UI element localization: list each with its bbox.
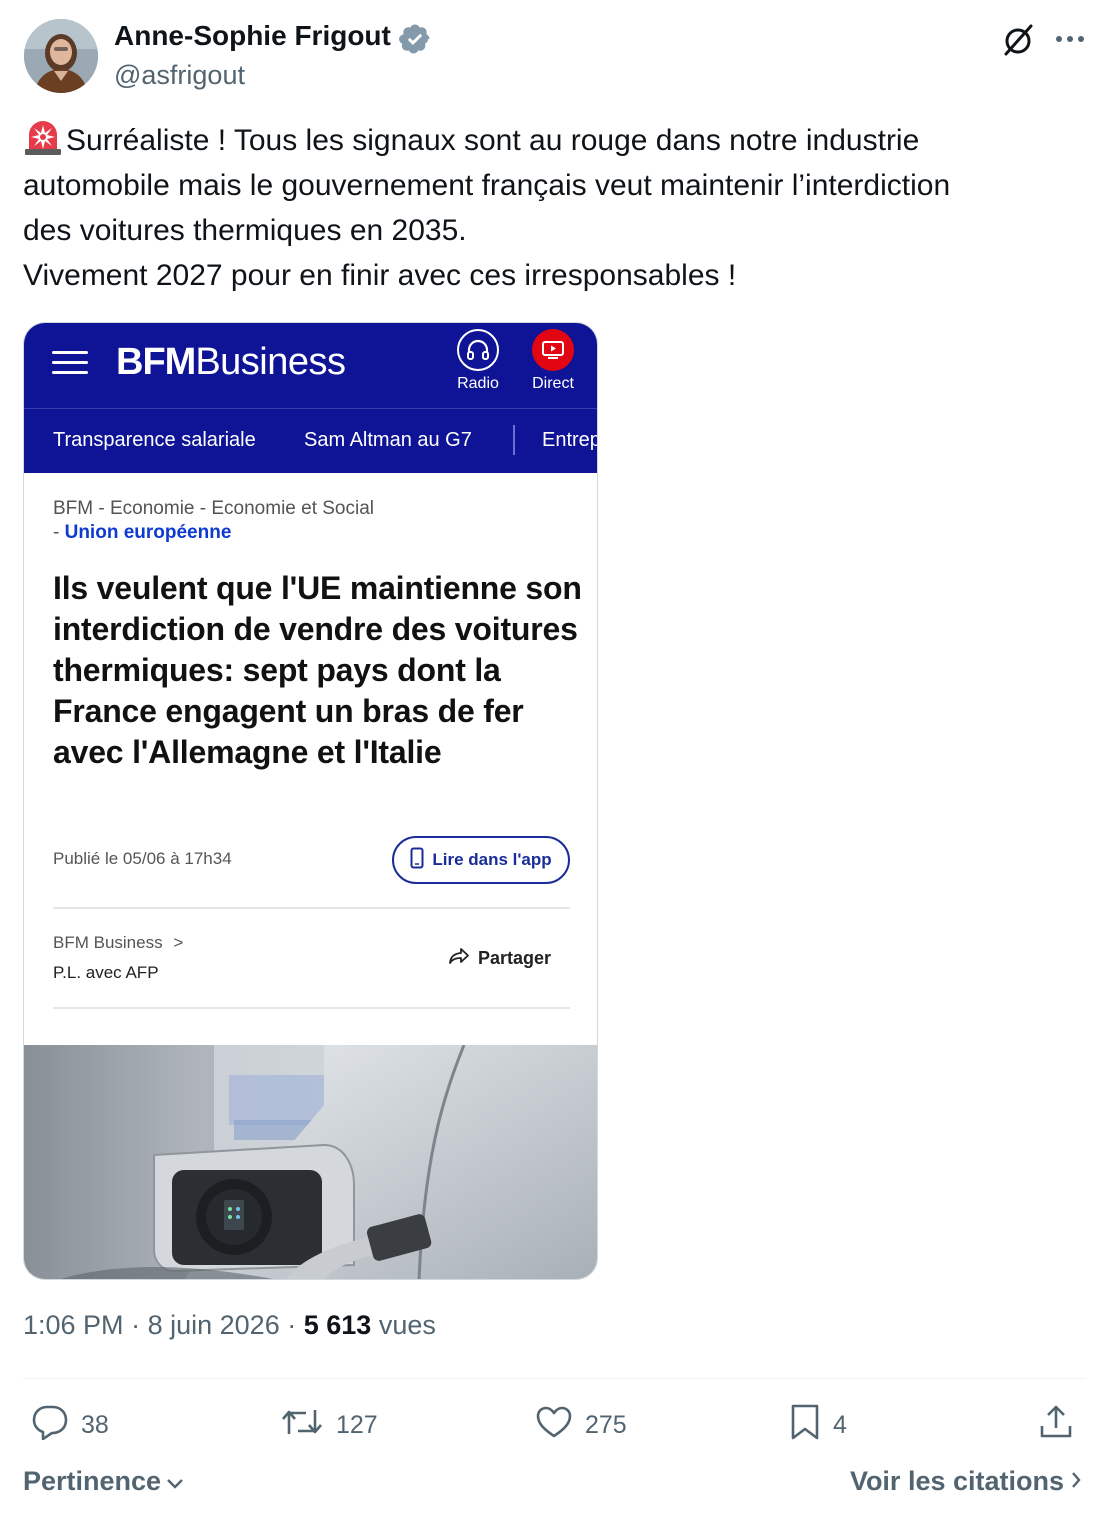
verified-icon[interactable]: [398, 22, 432, 56]
direct-label: Direct: [532, 375, 574, 392]
read-in-app-label: Lire dans l'app: [432, 850, 552, 869]
share-icon: [1038, 1404, 1074, 1447]
tweet-date[interactable]: 8 juin 2026: [148, 1310, 280, 1340]
like-button[interactable]: 275: [535, 1400, 627, 1450]
bfm-nav: Transparence salariale Sam Altman au G7 …: [24, 408, 597, 473]
nav-separator: [513, 425, 515, 455]
radio-label: Radio: [457, 375, 499, 392]
media-image[interactable]: BFMBusiness Radio Direct Transparence sa…: [23, 322, 598, 1280]
tweet-line: Surréaliste ! Tous les signaux sont au r…: [23, 118, 1093, 163]
source-label: BFM Business: [53, 933, 163, 952]
article-share: Partager: [448, 947, 551, 970]
headphones-icon: [457, 329, 499, 371]
author-handle[interactable]: @asfrigout: [114, 60, 245, 91]
tweet-line: Vivement 2027 pour en finir avec ces irr…: [23, 259, 737, 292]
bookmark-icon: [789, 1403, 821, 1448]
views-count: 5 613: [303, 1310, 372, 1340]
article-byline: P.L. avec AFP: [53, 963, 159, 982]
tweet-line: des voitures thermiques en 2035.: [23, 214, 467, 247]
tweet-text: Surréaliste ! Tous les signaux sont au r…: [23, 118, 1093, 298]
bfm-logo: BFMBusiness: [116, 341, 346, 384]
meta-dot: ·: [287, 1310, 297, 1340]
article-headline: Ils veulent que l'UE maintienne son inte…: [53, 570, 582, 770]
reply-icon: [31, 1404, 69, 1447]
article-date: Publié le 05/06 à 17h34: [53, 849, 232, 868]
divider: [23, 1378, 1086, 1379]
read-in-app-button: Lire dans l'app: [392, 836, 570, 884]
article-photo: [24, 1044, 597, 1279]
article-source: BFM Business >: [53, 933, 183, 953]
chevron-down-icon: [165, 1466, 185, 1497]
share-label: Partager: [478, 948, 552, 968]
nav-item: Sam Altman au G7: [304, 429, 472, 451]
play-icon: [532, 329, 574, 371]
bfm-header: BFMBusiness Radio Direct: [24, 323, 597, 408]
bookmark-count: 4: [833, 1410, 847, 1439]
more-icon[interactable]: [1050, 22, 1090, 56]
retweet-count: 127: [336, 1410, 378, 1439]
hamburger-icon: [52, 349, 90, 377]
sort-dropdown[interactable]: Pertinence: [23, 1466, 185, 1497]
bfm-logo-light: Business: [195, 341, 346, 383]
tweet-time[interactable]: 1:06 PM: [23, 1310, 124, 1340]
view-quotes-link[interactable]: Voir les citations: [850, 1466, 1082, 1497]
share-arrow-icon: [448, 947, 470, 970]
bfm-logo-bold: BFM: [116, 341, 196, 383]
retweet-button[interactable]: 127: [280, 1400, 378, 1450]
views-label: vues: [378, 1310, 436, 1340]
tweet-line-text: Surréaliste ! Tous les signaux sont au r…: [66, 124, 920, 157]
tweet-line: automobile mais le gouvernement français…: [23, 169, 951, 202]
breadcrumb-eu: Union européenne: [64, 522, 232, 543]
avatar[interactable]: [24, 19, 98, 93]
meta-dot: ·: [131, 1310, 141, 1340]
radio-button: Radio: [452, 329, 504, 393]
divider: [53, 1007, 570, 1009]
breadcrumb-dash: -: [53, 522, 65, 543]
share-button[interactable]: [1038, 1400, 1074, 1450]
bookmark-button[interactable]: 4: [789, 1400, 847, 1450]
author-name[interactable]: Anne-Sophie Frigout: [114, 20, 391, 52]
like-count: 275: [585, 1410, 627, 1439]
direct-button: Direct: [524, 329, 582, 393]
retweet-icon: [280, 1404, 324, 1447]
siren-icon: [23, 119, 63, 155]
nav-item: Entrep: [542, 429, 597, 451]
reply-button[interactable]: 38: [31, 1400, 109, 1450]
chevron-right-icon: >: [173, 933, 184, 952]
grok-icon[interactable]: [998, 20, 1038, 60]
sort-label: Pertinence: [23, 1466, 162, 1496]
nav-item: Transparence salariale: [53, 429, 256, 451]
phone-icon: [410, 847, 424, 874]
like-icon: [535, 1405, 573, 1446]
divider: [53, 907, 570, 909]
chevron-right-icon: [1070, 1466, 1082, 1497]
tweet-meta: 1:06 PM · 8 juin 2026 · 5 613 vues: [23, 1310, 436, 1341]
quotes-label: Voir les citations: [849, 1466, 1064, 1496]
article-breadcrumb: BFM - Economie - Economie et Social - Un…: [53, 497, 374, 545]
breadcrumb-path: BFM - Economie - Economie et Social: [53, 498, 375, 519]
reply-count: 38: [81, 1410, 109, 1439]
